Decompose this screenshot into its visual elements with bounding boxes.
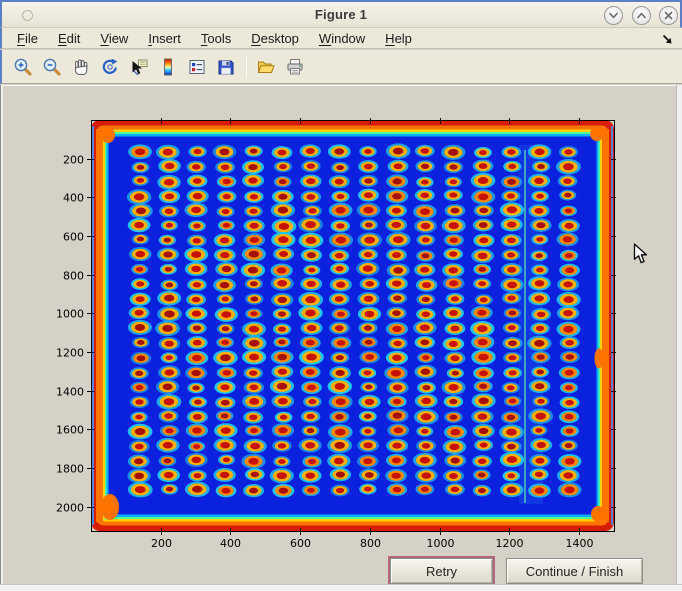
menu-item-desktop[interactable]: Desktop	[244, 30, 306, 47]
menu-item-help[interactable]: Help	[378, 30, 419, 47]
menu-item-tools[interactable]: Tools	[194, 30, 238, 47]
menu-item-label: esktop	[261, 31, 299, 46]
maximize-button[interactable]	[632, 6, 651, 25]
menu-item-mnemonic: H	[385, 31, 394, 46]
menu-item-mnemonic: E	[58, 31, 67, 46]
window-border-right	[676, 85, 682, 591]
insert-legend-button[interactable]	[184, 54, 210, 80]
menu-item-label: ools	[207, 31, 231, 46]
window-title: Figure 1	[2, 7, 680, 22]
continue-finish-button[interactable]: Continue / Finish	[506, 558, 643, 584]
menu-item-label: iew	[109, 31, 129, 46]
menu-item-label: indow	[331, 31, 365, 46]
menu-item-label: elp	[395, 31, 412, 46]
colorbar-icon	[158, 57, 178, 77]
figure-client-area: Retry Continue / Finish	[0, 85, 682, 584]
title-bar: Figure 1	[0, 0, 682, 28]
menu-item-mnemonic: V	[100, 31, 108, 46]
printer-icon	[285, 57, 305, 77]
zoom-out-button[interactable]	[39, 54, 65, 80]
menu-item-insert[interactable]: Insert	[141, 30, 188, 47]
print-figure-button[interactable]	[282, 54, 308, 80]
figure-plot	[50, 101, 630, 551]
menu-item-mnemonic: D	[251, 31, 260, 46]
data-cursor-button[interactable]	[126, 54, 152, 80]
open-file-button[interactable]	[253, 54, 279, 80]
toolbar-separator	[246, 56, 247, 78]
matlab-figure-window: Figure 1 File Edit View Insert Tools Des…	[0, 0, 682, 591]
dock-figure-icon[interactable]	[661, 33, 673, 45]
window-border-bottom	[0, 584, 682, 591]
menu-item-view[interactable]: View	[93, 30, 135, 47]
chevron-up-icon	[636, 10, 647, 21]
minimize-button[interactable]	[604, 6, 623, 25]
menu-item-mnemonic: W	[319, 31, 331, 46]
menu-item-label: ile	[25, 31, 38, 46]
legend-icon	[187, 57, 207, 77]
save-figure-button[interactable]	[213, 54, 239, 80]
menu-item-window[interactable]: Window	[312, 30, 372, 47]
pan-button[interactable]	[68, 54, 94, 80]
rotate-3d-button[interactable]	[97, 54, 123, 80]
toolbar	[0, 50, 682, 84]
menu-item-label: dit	[67, 31, 81, 46]
menu-item-mnemonic: F	[17, 31, 25, 46]
menu-item-label: nsert	[152, 31, 181, 46]
menu-item-file[interactable]: File	[10, 30, 45, 47]
close-icon	[663, 10, 674, 21]
window-border-left-highlight	[1, 85, 3, 584]
retry-button[interactable]: Retry	[390, 558, 493, 584]
insert-colorbar-button[interactable]	[155, 54, 181, 80]
menu-bar: File Edit View Insert Tools Desktop Wind…	[0, 28, 682, 49]
menu-item-edit[interactable]: Edit	[51, 30, 87, 47]
zoom-out-icon	[42, 57, 62, 77]
zoom-in-button[interactable]	[10, 54, 36, 80]
save-icon	[216, 57, 236, 77]
pan-hand-icon	[71, 57, 91, 77]
chevron-down-icon	[608, 10, 619, 21]
data-cursor-icon	[129, 57, 149, 77]
rotate-3d-icon	[100, 57, 120, 77]
zoom-in-icon	[13, 57, 33, 77]
mouse-cursor-icon	[633, 243, 648, 265]
close-button[interactable]	[659, 6, 678, 25]
open-folder-icon	[256, 57, 276, 77]
